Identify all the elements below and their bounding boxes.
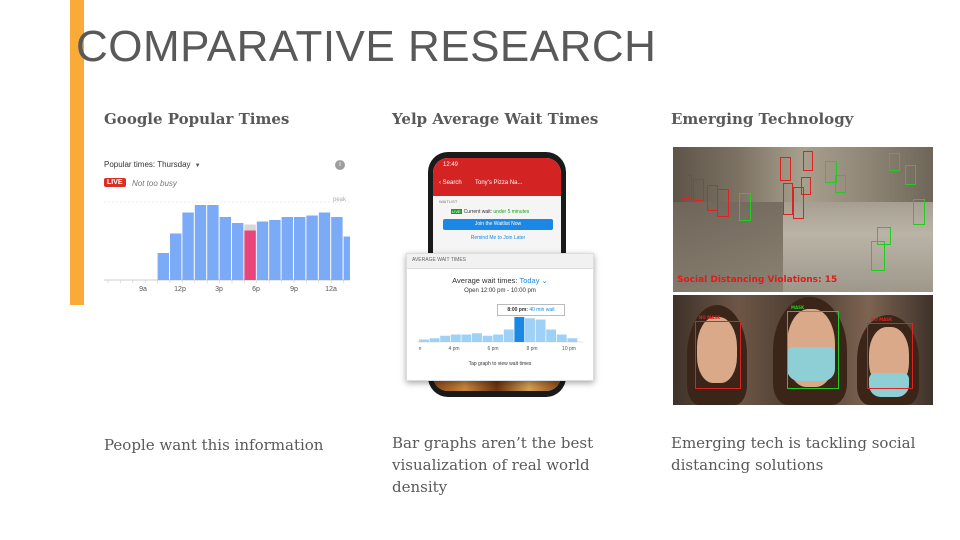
wait-time-bar[interactable] [514, 317, 525, 342]
x-tick-label: 9a [139, 286, 147, 293]
heading-yelp-wait-times: Yelp Average Wait Times [392, 110, 599, 128]
wait-time-bar[interactable] [450, 334, 461, 343]
wait-time-bar[interactable] [461, 334, 472, 343]
face-detection-box [695, 321, 741, 389]
wait-time-bar[interactable] [546, 329, 557, 343]
popular-times-bar [294, 217, 306, 280]
status-time: 12:49 [443, 162, 459, 168]
popular-times-bar [306, 215, 318, 280]
popular-times-bar [331, 217, 343, 280]
x-tick-label: 6p [252, 286, 260, 293]
popular-times-bar [256, 221, 269, 280]
wait-time-bar[interactable] [535, 319, 546, 343]
x-tick-label: 8 pm [526, 346, 537, 352]
popular-times-chart: 9a 12p 3p 6p 9p 12a [104, 201, 350, 293]
back-button[interactable]: ‹ Search [439, 180, 462, 186]
wait-time-bar[interactable] [567, 338, 578, 342]
detection-box [739, 193, 751, 221]
x-tick-label: 4 pm [448, 346, 459, 352]
x-tick-label: 3p [215, 286, 223, 293]
popular-times-bar [318, 212, 331, 280]
remind-later-link[interactable]: Remind Me to Join Later [443, 235, 553, 241]
yelp-header: 12:49 ‹ Search Tony's Pizza Na... [433, 158, 561, 196]
detection-box [835, 175, 846, 193]
wait-time-bar[interactable] [525, 318, 535, 342]
waitlist-label: WAITLIST [439, 199, 458, 204]
popular-times-bar [207, 205, 219, 280]
business-name: Tony's Pizza Na... [475, 180, 523, 186]
x-tick-label: 12p [174, 286, 186, 293]
caption-emerging-tech: Emerging tech is tackling social distanc… [671, 434, 916, 474]
join-waitlist-button[interactable]: Join the Waitlist Now [443, 219, 553, 230]
social-distancing-street-image: Social Distancing Violations: 15 [673, 147, 933, 292]
detection-box [783, 183, 793, 215]
detection-box [871, 241, 885, 271]
wait-time-bar[interactable] [440, 335, 451, 342]
x-tick-label: 6 pm [487, 346, 498, 352]
wait-time-bar[interactable] [556, 334, 567, 343]
popular-times-bar [182, 212, 194, 280]
popular-times-bar [281, 217, 293, 280]
heading-emerging-technology: Emerging Technology [671, 110, 854, 128]
detection-box [801, 177, 811, 195]
current-wait: LIVE Current wait: under 5 minutes [451, 209, 530, 215]
tap-graph-hint: Tap graph to view wait times [468, 361, 532, 367]
average-wait-times-card: AVERAGE WAIT TIMES Average wait times: T… [406, 253, 594, 381]
caption-google: People want this information [104, 436, 324, 454]
google-popular-times-screenshot: Popular times: Thursday ▼ i LIVE Not too … [104, 155, 350, 300]
wait-time-bar[interactable] [493, 334, 504, 343]
detection-box [913, 199, 925, 225]
heading-google-popular-times: Google Popular Times [104, 110, 290, 128]
face-detection-box [867, 323, 913, 389]
violations-counter: Social Distancing Violations: 15 [677, 275, 838, 285]
detection-box [803, 151, 813, 171]
slide-title: COMPARATIVE RESEARCH [76, 22, 657, 71]
popular-times-bar [232, 223, 244, 280]
caption-yelp: Bar graphs aren’t the best visualization… [392, 434, 594, 496]
popular-times-bar [170, 233, 182, 280]
live-bar [244, 230, 256, 280]
detection-box [905, 165, 916, 185]
detection-box [681, 175, 692, 199]
detection-box [693, 179, 704, 201]
wait-time-bar[interactable] [482, 335, 493, 342]
wait-time-bar[interactable] [429, 338, 440, 342]
wait-time-bar[interactable] [472, 333, 482, 342]
popular-times-bar [194, 205, 207, 280]
mask-detection-image: NO MASK MASK NO MASK [673, 295, 933, 405]
x-tick-label: 9p [290, 286, 298, 293]
popular-times-bar [343, 236, 350, 280]
detection-box [717, 189, 729, 217]
detection-box [780, 157, 791, 181]
face-detection-box [787, 311, 839, 389]
x-tick-label: 12a [325, 286, 337, 293]
popular-times-bar [157, 253, 169, 280]
detection-box [889, 153, 900, 171]
wait-time-bar[interactable] [503, 329, 514, 343]
popular-times-bar [269, 220, 281, 280]
wait-time-bar[interactable] [419, 339, 429, 343]
x-tick-label: 10 pm [562, 346, 576, 352]
x-tick-label: n [419, 346, 422, 352]
popular-times-bar [219, 217, 231, 280]
